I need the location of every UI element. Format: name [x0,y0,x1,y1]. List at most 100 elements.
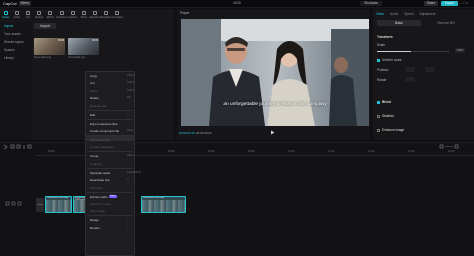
inspector-tab[interactable]: Video [373,10,387,17]
media-sidebar-item[interactable]: Library [0,54,31,62]
context-menu-shortcut: > [127,225,129,229]
tool-tab[interactable]: Media [0,10,11,21]
context-menu-item[interactable]: Extract audio [90,195,108,199]
export-button[interactable]: Export [441,1,458,6]
ruler-tick-label: 01:00 [288,150,295,153]
play-icon[interactable] [270,130,275,135]
current-time: 00:00:03:15 [179,131,195,135]
tool-tab-label: Stickers [34,15,44,19]
context-menu-item[interactable]: Copy [90,74,97,78]
tool-tab-icon [93,11,98,15]
lock-icon [5,201,10,206]
context-menu-item[interactable]: Range [90,218,99,222]
tool-tab[interactable]: Audio [11,10,22,21]
share-button[interactable]: Share [424,1,438,6]
tool-tab[interactable]: Adjustment [89,10,102,21]
project-title: 0828 [233,1,241,5]
position-x-field[interactable] [405,67,415,72]
position-y-field[interactable] [425,67,435,72]
context-menu-item[interactable]: Deactivate clip [90,178,110,182]
media-thumbnail[interactable]: 00:05 [68,38,99,55]
tool-tab[interactable]: Effects [45,10,56,21]
tool-tab-icon [25,11,30,15]
tool-tab[interactable]: Transitions [56,10,67,21]
tool-tab-label: Captions [68,15,78,19]
window-controls[interactable]: –□× [460,1,472,6]
ruler-tick-label: 00:30 [168,150,175,153]
ruler-tick-label: 01:10 [328,150,335,153]
context-menu-shortcut: Ctrl+G [127,154,135,158]
inspector-tab[interactable]: Adjustment [416,10,438,17]
scale-value[interactable]: 100% [455,48,465,53]
inspector-tab[interactable]: Speed [401,10,416,17]
context-menu-item[interactable]: Create subproject [90,145,114,149]
ruler-tick-label: 00:50 [248,150,255,153]
tool-tab-label: Effects [46,15,54,19]
context-menu-item[interactable]: Render [90,226,100,230]
import-button[interactable]: Import [34,23,56,29]
context-menu-item[interactable]: Export selected clips [90,122,118,126]
app-logo: CapCut [3,1,17,6]
select-tool-icon [3,144,8,150]
context-menu-item[interactable]: Compound clip [90,138,110,142]
inspector-tab[interactable]: Audio [387,10,401,17]
context-menu-item[interactable]: Replace clip [90,104,106,108]
tool-tab[interactable]: Stickers [34,10,45,21]
ruler-tick-label: 01:20 [368,150,375,153]
media-sidebar-item[interactable]: Shared space [0,38,31,46]
context-menu-item[interactable]: Ungroup [90,162,102,166]
tool-tab[interactable]: AI avatars [112,10,123,21]
rotate-field[interactable] [405,77,415,82]
context-menu-item[interactable]: Delete [90,96,99,100]
context-menu-item[interactable]: Separate audio [90,171,110,175]
tool-tab-icon [14,11,19,15]
thumbnail-name: Screenshot.png [34,56,51,59]
tool-tab-label: Text [25,15,31,19]
tool-tab-label: Adjustment [89,15,102,19]
subtab-remove-bg[interactable]: Remove BG [424,20,468,26]
uniform-scale-label: Uniform scale [382,58,402,62]
tool-tab-label: AI avatars [112,15,123,19]
speaker-icon [17,201,22,206]
blend-checkbox[interactable] [377,101,380,104]
timeline-clip[interactable]: Screenshot 2024.mp4 [45,196,72,213]
media-thumbnail[interactable]: 00:08 [34,38,65,55]
context-menu-item[interactable]: Cut [90,81,95,85]
context-menu-item[interactable]: Create compound clip [90,129,119,133]
tool-tab-icon [81,11,86,15]
timeline-clip[interactable]: Screenshot 2024.mp4 [141,196,186,213]
shortcuts-button[interactable]: Shortcuts [360,1,382,6]
thumbnail-duration: 00:05 [92,39,98,42]
context-menu-item[interactable]: Speech to song [90,202,111,206]
context-menu-item[interactable]: Edit [90,113,95,117]
media-sidebar-item[interactable]: Spaces [0,46,31,54]
transform-heading: Transform [377,35,393,39]
tool-tab[interactable]: Templates [101,10,112,21]
media-sidebar-item[interactable]: Your assets [0,30,31,38]
clip-frames [46,200,71,212]
tool-tab[interactable]: Text [22,10,33,21]
enhance-image-checkbox[interactable] [377,129,380,132]
media-sidebar-item[interactable]: Import [0,22,31,30]
tool-tab-icon [3,11,8,15]
close-icon[interactable]: × [466,1,469,5]
tool-tab-icon [37,11,42,15]
scale-label: Scale [377,43,385,47]
context-menu-separator [87,118,133,119]
tool-tab[interactable]: Captions [67,10,78,21]
cover-button[interactable]: Cover [36,198,44,212]
stabilize-checkbox[interactable] [377,115,380,118]
context-menu-item[interactable]: Paste [90,89,98,93]
video-preview[interactable] [181,19,369,126]
uniform-scale-checkbox[interactable] [377,59,380,62]
video-frame-image [181,19,369,126]
ruler-tick-label: 01:30 [408,150,415,153]
context-menu-item[interactable]: Video track [90,209,105,213]
context-menu-item[interactable]: Group [90,154,98,158]
tool-tab[interactable]: Filters [78,10,89,21]
subtab-basic[interactable]: Basic [377,20,421,26]
menu-button[interactable]: Menu [19,1,31,6]
media-sidebar: Import Your assets Shared space Spaces Libra… [0,22,31,140]
context-menu-item[interactable]: Link clips [90,186,102,190]
tool-tab-label: Filters [80,15,88,19]
